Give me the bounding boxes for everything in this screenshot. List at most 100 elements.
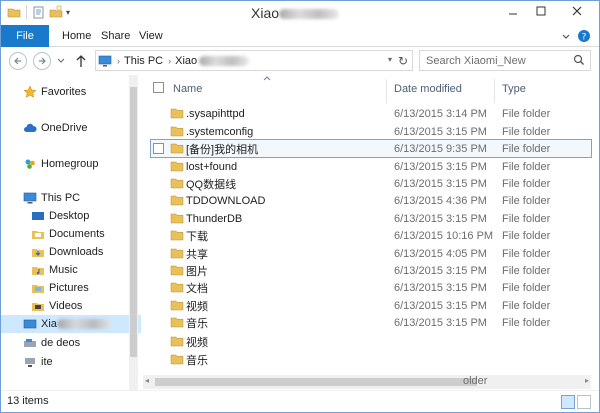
breadcrumb-current[interactable]: Xiao (175, 55, 197, 67)
nav-desktop[interactable]: Desktop (1, 207, 141, 225)
folder-icon (170, 195, 184, 206)
recent-locations-icon[interactable] (57, 57, 65, 65)
nav-label: Downloads (49, 246, 104, 258)
table-row[interactable]: 音乐 6/13/2015 3:15 PM File folder (151, 314, 591, 331)
nav-label: This PC (41, 192, 81, 204)
search-input[interactable]: Search Xiaomi_New (419, 50, 591, 71)
up-arrow-icon[interactable] (75, 54, 87, 68)
file-date: 6/13/2015 3:14 PM (394, 107, 487, 120)
folder-icon (170, 282, 184, 293)
nav-scrollbar[interactable] (129, 75, 138, 390)
scroll-left-icon[interactable]: ◂ (145, 376, 149, 385)
file-type: File folder (502, 247, 551, 260)
table-row[interactable]: [备份]我的相机 6/13/2015 9:35 PM File folder (150, 139, 592, 158)
file-date: 6/13/2015 3:15 PM (394, 299, 487, 312)
file-date: 6/13/2015 3:15 PM (394, 316, 487, 329)
nav-item-partial[interactable]: de deos (1, 334, 141, 352)
nav-documents[interactable]: Documents (1, 225, 141, 243)
properties-icon[interactable] (32, 5, 46, 19)
nav-device-selected[interactable]: Xia (1, 315, 141, 333)
file-name: [备份]我的相机 (186, 143, 259, 156)
column-header-type[interactable]: Type (502, 79, 526, 99)
folder-icon (170, 336, 184, 347)
file-type: File folder (502, 125, 551, 138)
this-pc-icon (98, 55, 112, 66)
quick-access-toolbar: ▾ (7, 5, 70, 19)
table-row[interactable]: 下载 6/13/2015 10:16 PM File folder (151, 227, 591, 244)
breadcrumb-this-pc[interactable]: This PC (124, 55, 163, 67)
help-icon[interactable]: ? (577, 29, 591, 43)
column-header-name[interactable]: Name (173, 79, 202, 99)
minimize-icon (509, 13, 517, 15)
file-type: File folder (502, 160, 551, 173)
horizontal-scrollbar-thumb[interactable] (155, 378, 477, 386)
table-row[interactable]: ThunderDB 6/13/2015 3:15 PM File folder (151, 210, 591, 227)
details-view-button[interactable] (561, 395, 575, 409)
file-type: File folder (502, 281, 551, 294)
file-name: 音乐 (186, 354, 208, 367)
file-type: File folder (502, 194, 551, 207)
scroll-right-icon[interactable]: ▸ (585, 376, 589, 385)
nav-music[interactable]: Music (1, 261, 141, 279)
table-row[interactable]: 视频 (151, 333, 591, 350)
table-row[interactable]: 视频 6/13/2015 3:15 PM File folder (151, 297, 591, 314)
window-title: Xiao (251, 5, 340, 21)
folder-icon (170, 265, 184, 276)
tab-share[interactable]: Share (101, 25, 130, 47)
table-row[interactable]: 音乐 (151, 351, 591, 368)
nav-onedrive[interactable]: OneDrive (1, 119, 141, 137)
nav-homegroup[interactable]: Homegroup (1, 155, 141, 173)
nav-item-partial-2[interactable]: ite (1, 353, 141, 371)
qat-dropdown-icon[interactable]: ▾ (66, 8, 70, 17)
cloud-icon (24, 123, 37, 132)
large-icons-view-button[interactable] (577, 395, 591, 409)
folder-icon (170, 161, 184, 172)
table-row[interactable]: TDDOWNLOAD 6/13/2015 4:36 PM File folder (151, 192, 591, 209)
tab-home[interactable]: Home (62, 25, 91, 47)
row-checkbox[interactable] (153, 143, 164, 154)
address-dropdown-icon[interactable]: ▾ (388, 55, 392, 64)
forward-button[interactable] (33, 52, 51, 70)
table-row[interactable]: .systemconfig 6/13/2015 3:15 PM File folde… (151, 123, 591, 140)
nav-scrollbar-thumb[interactable] (130, 87, 137, 357)
nav-this-pc[interactable]: This PC (1, 189, 141, 207)
network-icon (25, 358, 35, 367)
column-header-date[interactable]: Date modified (394, 79, 462, 99)
nav-downloads[interactable]: Downloads (1, 243, 141, 261)
maximize-button[interactable] (527, 1, 555, 21)
table-row[interactable]: 文档 6/13/2015 3:15 PM File folder (151, 279, 591, 296)
tab-view[interactable]: View (139, 25, 163, 47)
file-name: .sysapihttpd (186, 107, 245, 120)
nav-videos[interactable]: Videos (1, 297, 141, 315)
table-row[interactable]: 共享 6/13/2015 4:05 PM File folder (151, 245, 591, 262)
minimize-button[interactable] (499, 1, 527, 21)
title-bar: ▾ Xiao (1, 1, 599, 25)
file-name: 视频 (186, 336, 208, 349)
expand-ribbon-icon[interactable] (561, 31, 571, 41)
column-divider[interactable] (494, 79, 495, 103)
table-row[interactable]: .sysapihttpd 6/13/2015 3:14 PM File folder (151, 105, 591, 122)
address-bar[interactable]: › This PC › Xiao ▾ ↻ (95, 50, 413, 71)
nav-label: Desktop (49, 210, 90, 222)
file-type: File folder (502, 212, 551, 225)
svg-text:?: ? (582, 33, 587, 43)
horizontal-scrollbar[interactable]: ◂ older ▸ (143, 375, 591, 389)
file-name: 文档 (186, 282, 208, 295)
table-row[interactable]: lost+found 6/13/2015 3:15 PM File folder (151, 158, 591, 175)
select-all-checkbox[interactable] (153, 82, 164, 93)
refresh-icon[interactable]: ↻ (398, 54, 408, 68)
column-divider[interactable] (386, 79, 387, 103)
table-row[interactable]: QQ数据线 6/13/2015 3:15 PM File folder (151, 175, 591, 192)
item-count: 13 items (7, 395, 49, 407)
back-button[interactable] (9, 52, 27, 70)
new-folder-icon[interactable] (49, 5, 63, 19)
table-row[interactable]: 图片 6/13/2015 3:15 PM File folder (151, 262, 591, 279)
file-name: 图片 (186, 265, 208, 278)
nav-favorites[interactable]: Favorites (1, 83, 141, 101)
nav-pictures[interactable]: Pictures (1, 279, 141, 297)
folder-icon (170, 143, 184, 154)
file-name: ThunderDB (186, 212, 243, 225)
tab-file[interactable]: File (1, 25, 49, 47)
star-icon (23, 85, 37, 98)
close-button[interactable] (555, 1, 599, 21)
